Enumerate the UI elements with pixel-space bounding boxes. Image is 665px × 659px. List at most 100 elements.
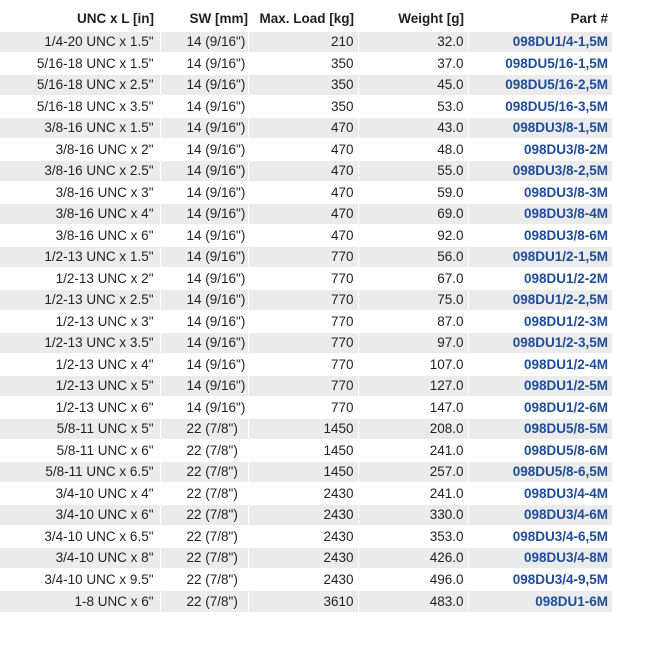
cell-wrench-size: 14 (9/16") — [160, 245, 249, 268]
cell-wrench-size: 22 (7/8") — [160, 503, 249, 526]
cell-size: 3/8-16 UNC x 1.5" — [0, 116, 161, 139]
table-row: 3/8-16 UNC x 3" 14 (9/16") 470 59.0 098DU3/8… — [0, 181, 612, 203]
cell-size: 3/4-10 UNC x 9.5" — [0, 568, 161, 590]
cell-part-number: 098DU1-6M — [468, 589, 612, 612]
cell-max-load: 3610 — [248, 589, 359, 612]
cell-max-load: 770 — [248, 374, 359, 397]
cell-part-number: 098DU3/8-4M — [468, 202, 612, 225]
cell-max-load: 1450 — [248, 417, 359, 440]
table-row: 3/4-10 UNC x 6" 22 (7/8") 2430 330.0 098DU3/… — [0, 503, 612, 526]
cell-wrench-size: 14 (9/16") — [160, 138, 249, 160]
cell-weight: 48.0 — [358, 138, 469, 160]
cell-size: 3/8-16 UNC x 4" — [0, 202, 161, 225]
table-row: 3/4-10 UNC x 4" 22 (7/8") 2430 241.0 098DU3/… — [0, 482, 612, 504]
cell-size: 5/8-11 UNC x 6.5" — [0, 460, 161, 483]
cell-wrench-size: 14 (9/16") — [160, 52, 249, 74]
cell-part-number: 098DU5/8-6M — [468, 439, 612, 461]
cell-wrench-size: 14 (9/16") — [160, 202, 249, 225]
cell-weight: 241.0 — [358, 439, 469, 461]
cell-size: 3/4-10 UNC x 8" — [0, 546, 161, 569]
cell-max-load: 470 — [248, 224, 359, 246]
cell-wrench-size: 22 (7/8") — [160, 439, 249, 461]
header-max-load: Max. Load [kg] — [259, 11, 354, 27]
table-row: 5/16-18 UNC x 1.5" 14 (9/16") 350 37.0 098DU… — [0, 52, 612, 74]
cell-max-load: 770 — [248, 331, 359, 354]
cell-weight: 330.0 — [358, 503, 469, 526]
cell-max-load: 1450 — [248, 439, 359, 461]
cell-max-load: 350 — [248, 95, 359, 117]
cell-weight: 496.0 — [358, 568, 469, 590]
table-row: 1/2-13 UNC x 3.5" 14 (9/16") 770 97.0 098DU1… — [0, 331, 612, 354]
cell-weight: 69.0 — [358, 202, 469, 225]
cell-weight: 107.0 — [358, 353, 469, 375]
cell-size: 1/2-13 UNC x 4" — [0, 353, 161, 375]
cell-wrench-size: 14 (9/16") — [160, 310, 249, 332]
cell-wrench-size: 14 (9/16") — [160, 224, 249, 246]
cell-wrench-size: 14 (9/16") — [160, 331, 249, 354]
cell-max-load: 2430 — [248, 568, 359, 590]
cell-size: 3/4-10 UNC x 6.5" — [0, 525, 161, 547]
cell-part-number: 098DU1/2-6M — [468, 396, 612, 418]
table-row: 5/16-18 UNC x 2.5" 14 (9/16") 350 45.0 098DU… — [0, 73, 612, 96]
cell-size: 1/2-13 UNC x 6" — [0, 396, 161, 418]
table-row: 1/2-13 UNC x 5" 14 (9/16") 770 127.0 098DU1/… — [0, 374, 612, 397]
cell-max-load: 470 — [248, 159, 359, 182]
cell-wrench-size: 14 (9/16") — [160, 353, 249, 375]
cell-size: 5/16-18 UNC x 1.5" — [0, 52, 161, 74]
cell-weight: 75.0 — [358, 288, 469, 311]
cell-weight: 55.0 — [358, 159, 469, 182]
cell-wrench-size: 14 (9/16") — [160, 95, 249, 117]
cell-wrench-size: 14 (9/16") — [160, 181, 249, 203]
cell-max-load: 470 — [248, 181, 359, 203]
cell-wrench-size: 22 (7/8") — [160, 525, 249, 547]
cell-wrench-size: 22 (7/8") — [160, 568, 249, 590]
table-row: 5/8-11 UNC x 6.5" 22 (7/8") 1450 257.0 098DU… — [0, 460, 612, 483]
cell-part-number: 098DU3/8-1,5M — [468, 116, 612, 139]
cell-part-number: 098DU3/8-3M — [468, 181, 612, 203]
cell-part-number: 098DU1/4-1,5M — [468, 30, 612, 53]
cell-wrench-size: 14 (9/16") — [160, 396, 249, 418]
table-row: 1/2-13 UNC x 2.5" 14 (9/16") 770 75.0 098DU1… — [0, 288, 612, 311]
cell-weight: 45.0 — [358, 73, 469, 96]
cell-wrench-size: 14 (9/16") — [160, 73, 249, 96]
cell-max-load: 210 — [248, 30, 359, 53]
cell-weight: 241.0 — [358, 482, 469, 504]
cell-part-number: 098DU5/8-5M — [468, 417, 612, 440]
cell-wrench-size: 14 (9/16") — [160, 30, 249, 53]
table-row: 3/8-16 UNC x 2" 14 (9/16") 470 48.0 098DU3/8… — [0, 138, 612, 160]
cell-max-load: 470 — [248, 138, 359, 160]
cell-wrench-size: 14 (9/16") — [160, 116, 249, 139]
table-row: 5/8-11 UNC x 5" 22 (7/8") 1450 208.0 098DU5/… — [0, 417, 612, 440]
table-row: 1-8 UNC x 6" 22 (7/8") 3610 483.0 098DU1-6M — [0, 589, 612, 612]
cell-weight: 97.0 — [358, 331, 469, 354]
cell-max-load: 770 — [248, 245, 359, 268]
cell-part-number: 098DU3/8-2M — [468, 138, 612, 160]
cell-weight: 92.0 — [358, 224, 469, 246]
cell-part-number: 098DU5/8-6,5M — [468, 460, 612, 483]
table-row: 1/2-13 UNC x 1.5" 14 (9/16") 770 56.0 098DU1… — [0, 245, 612, 268]
table-row: 3/8-16 UNC x 2.5" 14 (9/16") 470 55.0 098DU3… — [0, 159, 612, 182]
cell-max-load: 770 — [248, 353, 359, 375]
cell-max-load: 2430 — [248, 482, 359, 504]
table-row: 3/4-10 UNC x 6.5" 22 (7/8") 2430 353.0 098DU… — [0, 525, 612, 547]
cell-part-number: 098DU3/8-2,5M — [468, 159, 612, 182]
cell-size: 1/2-13 UNC x 1.5" — [0, 245, 161, 268]
cell-size: 3/4-10 UNC x 6" — [0, 503, 161, 526]
table-row: 3/8-16 UNC x 4" 14 (9/16") 470 69.0 098DU3/8… — [0, 202, 612, 225]
cell-size: 1/2-13 UNC x 2" — [0, 267, 161, 289]
cell-max-load: 470 — [248, 202, 359, 225]
cell-max-load: 350 — [248, 52, 359, 74]
cell-part-number: 098DU1/2-1,5M — [468, 245, 612, 268]
cell-size: 3/8-16 UNC x 6" — [0, 224, 161, 246]
table-row: 3/8-16 UNC x 6" 14 (9/16") 470 92.0 098DU3/8… — [0, 224, 612, 246]
cell-part-number: 098DU3/8-6M — [468, 224, 612, 246]
cell-weight: 53.0 — [358, 95, 469, 117]
cell-part-number: 098DU1/2-2,5M — [468, 288, 612, 311]
cell-size: 3/4-10 UNC x 4" — [0, 482, 161, 504]
specification-table: UNC x L [in] SW [mm] Max. Load [kg] Weig… — [0, 7, 612, 612]
cell-size: 1/2-13 UNC x 3" — [0, 310, 161, 332]
cell-weight: 59.0 — [358, 181, 469, 203]
cell-part-number: 098DU5/16-2,5M — [468, 73, 612, 96]
cell-weight: 127.0 — [358, 374, 469, 397]
cell-wrench-size: 22 (7/8") — [160, 546, 249, 569]
